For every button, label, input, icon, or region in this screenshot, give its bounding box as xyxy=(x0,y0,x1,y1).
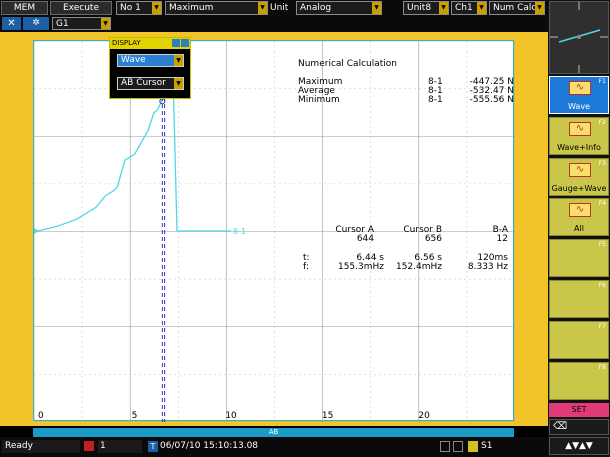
unit-value: Analog xyxy=(300,3,332,13)
function-key-number: F3 xyxy=(598,159,606,167)
x-tick-label: 5 xyxy=(132,411,138,421)
chevron-down-icon: ▼ xyxy=(174,55,183,66)
execute-button[interactable]: Execute xyxy=(50,1,112,15)
cursor-select-value: AB Cursor xyxy=(121,78,166,88)
eraser-icon[interactable]: ⌫ xyxy=(549,419,609,435)
wave-select[interactable]: Wave ▼ xyxy=(117,54,184,67)
numerical-calc-title: Numerical Calculation xyxy=(298,59,397,69)
chevron-down-icon: ▼ xyxy=(439,2,448,14)
cursor-a-index: 644 xyxy=(356,234,374,244)
function-key-1[interactable]: F1 ∿ Wave xyxy=(549,76,609,114)
function-key-number: F2 xyxy=(598,118,606,126)
num-calc-select[interactable]: Num Calc ▼ xyxy=(489,1,545,15)
calc-row-channel: 8-1 xyxy=(428,95,443,105)
set-button[interactable]: SET xyxy=(549,403,609,417)
function-key-number: F4 xyxy=(598,200,606,208)
freq-row-label: f: xyxy=(303,262,309,272)
wave-icon: ∿ xyxy=(569,81,591,95)
cursor-a-freq: 155.3mHz xyxy=(337,262,384,272)
unit-value-select[interactable]: Analog ▼ xyxy=(296,1,382,15)
chevron-down-icon: ▼ xyxy=(258,2,267,14)
minimize-icon[interactable] xyxy=(172,39,180,47)
close-icon[interactable] xyxy=(181,39,189,47)
cursor-b-index: 656 xyxy=(424,234,442,244)
cursor-b-freq: 152.4mHz xyxy=(395,262,442,272)
wave-select-value: Wave xyxy=(121,55,146,65)
function-key-2[interactable]: F2 ∿ Wave+Info xyxy=(549,116,609,155)
x-tick-label: 15 xyxy=(322,411,333,421)
gauge-icon xyxy=(549,1,609,74)
function-key-7[interactable]: F7 xyxy=(549,320,609,359)
function-key-label: All xyxy=(574,224,584,234)
chevron-down-icon: ▼ xyxy=(477,2,486,14)
function-key-label: Wave+Info xyxy=(557,142,601,152)
settings-gear-icon[interactable]: ✲ xyxy=(23,17,49,30)
channel-value: Ch1 xyxy=(455,3,473,13)
function-key-label: Wave xyxy=(568,102,590,111)
x-tick-label: 10 xyxy=(225,411,237,421)
chevron-down-icon: ▼ xyxy=(174,78,183,89)
gauge-svg xyxy=(550,2,608,73)
function-key-6[interactable]: F6 xyxy=(549,280,609,318)
function-key-5[interactable]: F5 xyxy=(549,239,609,278)
function-key-label: Gauge+Wave xyxy=(551,183,607,193)
mode-button[interactable]: MEM xyxy=(1,1,48,15)
close-icon[interactable]: ✕ xyxy=(2,17,21,30)
unit-no-value: Unit8 xyxy=(407,3,432,13)
sheet-label: S1 xyxy=(481,441,493,451)
x-tick-labels: 0 5 10 15 20 xyxy=(38,411,430,421)
calc-row-label: Minimum xyxy=(298,95,340,105)
calc-row-value: -555.56 N xyxy=(469,95,514,105)
group-select[interactable]: G1 ▼ xyxy=(52,17,111,30)
record-icon xyxy=(84,441,94,451)
function-key-4[interactable]: F4 ∿ All xyxy=(549,198,609,237)
calc-type-value: Maximum xyxy=(169,3,214,13)
function-key-number: F5 xyxy=(598,241,606,249)
chevron-down-icon: ▼ xyxy=(101,18,110,29)
diff-index: 12 xyxy=(496,234,508,244)
arrows-icon[interactable]: ▲▼▲▼ xyxy=(549,437,609,455)
waveform-canvas: 8-1 0 5 10 15 20 xyxy=(34,41,515,422)
diff-freq: 8.333 Hz xyxy=(467,262,508,272)
wave-icon: ∿ xyxy=(569,121,591,136)
calc-type-select[interactable]: Maximum ▼ xyxy=(165,1,268,15)
ab-scrollbar[interactable]: AB xyxy=(33,428,514,437)
trace-label: 8-1 xyxy=(233,227,246,236)
num-calc-value: Num Calc xyxy=(493,3,537,13)
function-key-8[interactable]: F8 xyxy=(549,361,609,400)
group-select-value: G1 xyxy=(56,19,69,29)
page-number: 1 xyxy=(98,440,142,453)
plot-grid xyxy=(34,41,515,422)
wave-icon: ∿ xyxy=(569,203,591,218)
unit-no-select[interactable]: Unit8 ▼ xyxy=(403,1,449,15)
channel-select[interactable]: Ch1 ▼ xyxy=(451,1,487,15)
wave-icon: ∿ xyxy=(569,162,591,177)
trigger-icon: T xyxy=(148,441,158,452)
function-key-number: F7 xyxy=(598,322,606,330)
cursor-select[interactable]: AB Cursor ▼ xyxy=(117,77,184,90)
chevron-down-icon: ▼ xyxy=(152,2,161,14)
function-key-number: F6 xyxy=(598,282,606,289)
memory-icon xyxy=(440,441,450,452)
chevron-down-icon: ▼ xyxy=(372,2,381,14)
scrollbar-label: AB xyxy=(268,428,279,436)
function-key-number: F1 xyxy=(598,78,606,85)
status-datetime: 06/07/10 15:10:13.08 xyxy=(160,441,259,451)
display-popup[interactable]: DISPLAY Wave ▼ AB Cursor ▼ xyxy=(109,37,191,99)
number-select-value: No 1 xyxy=(120,3,141,13)
memory-icon xyxy=(453,441,463,452)
status-state: Ready xyxy=(2,440,80,453)
zero-marker-icon xyxy=(34,228,39,234)
function-key-3[interactable]: F3 ∿ Gauge+Wave xyxy=(549,157,609,196)
status-bar xyxy=(0,437,548,457)
x-tick-label: 0 xyxy=(38,411,44,421)
number-select[interactable]: No 1 ▼ xyxy=(116,1,162,15)
chevron-down-icon: ▼ xyxy=(535,2,544,14)
function-key-number: F8 xyxy=(598,363,606,371)
unit-label: Unit xyxy=(270,3,289,13)
x-tick-label: 20 xyxy=(418,411,430,421)
sheet-icon xyxy=(468,441,478,452)
